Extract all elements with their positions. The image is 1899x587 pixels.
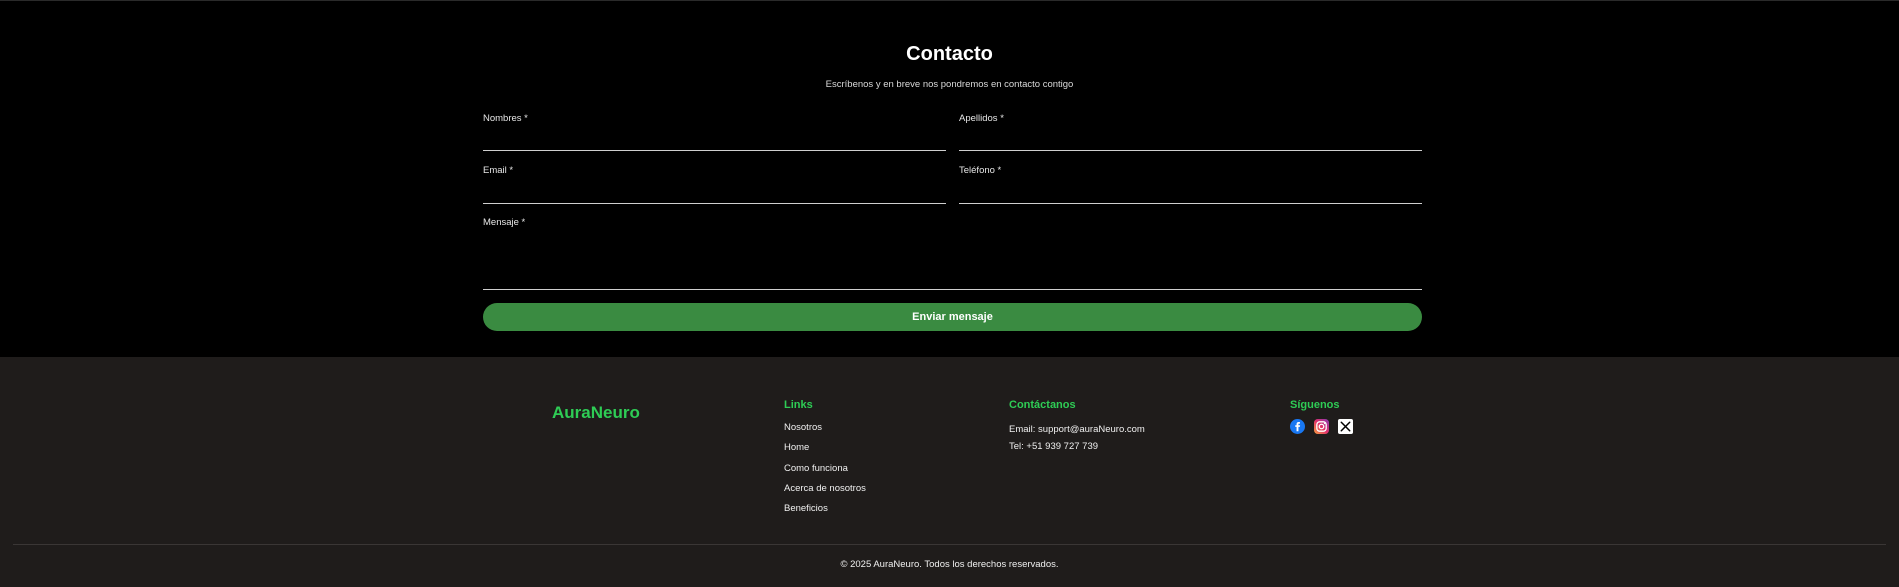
contact-subtitle: Escríbenos y en breve nos pondremos en c… [825, 79, 1074, 90]
message-input[interactable] [483, 239, 1422, 290]
first-name-input[interactable] [483, 132, 946, 151]
footer-social-column: Síguenos [1290, 399, 1353, 434]
email-field: Email * [483, 165, 946, 204]
footer-link-nosotros[interactable]: Nosotros [784, 421, 866, 441]
site-footer: AuraNeuro Links Nosotros Home Como funci… [0, 357, 1899, 587]
phone-label: Teléfono * [959, 165, 1002, 176]
links-heading: Links [784, 399, 813, 411]
first-name-field: Nombres * [483, 113, 946, 151]
contact-title: Contacto [906, 43, 993, 65]
footer-links-column: Links Nosotros Home Como funciona Acerca… [784, 399, 866, 522]
social-icons [1290, 419, 1353, 434]
footer-email: Email: support@auraNeuro.com [1009, 424, 1145, 435]
last-name-field: Apellidos * [959, 113, 1422, 151]
first-name-label: Nombres * [483, 113, 528, 124]
footer-links-list: Nosotros Home Como funciona Acerca de no… [784, 421, 866, 522]
instagram-icon[interactable] [1314, 419, 1329, 434]
footer-link-beneficios[interactable]: Beneficios [784, 502, 866, 522]
send-message-button[interactable]: Enviar mensaje [483, 303, 1422, 331]
contact-heading: Contáctanos [1009, 399, 1076, 411]
footer-link-acerca[interactable]: Acerca de nosotros [784, 482, 866, 502]
email-label: Email * [483, 165, 514, 176]
last-name-input[interactable] [959, 132, 1422, 151]
footer-divider [13, 544, 1886, 545]
footer-phone: Tel: +51 939 727 739 [1009, 441, 1099, 452]
x-icon[interactable] [1338, 419, 1353, 434]
footer-link-home[interactable]: Home [784, 441, 866, 461]
message-field: Mensaje * [483, 217, 1422, 290]
message-label: Mensaje * [483, 217, 526, 228]
phone-input[interactable] [959, 185, 1422, 204]
footer-brand-logo[interactable]: AuraNeuro [552, 403, 640, 423]
social-heading: Síguenos [1290, 399, 1340, 411]
footer-link-como-funciona[interactable]: Como funciona [784, 462, 866, 482]
phone-field: Teléfono * [959, 165, 1422, 204]
contact-section: Contacto Escríbenos y en breve nos pondr… [0, 0, 1899, 357]
footer-contact-column: Contáctanos Email: support@auraNeuro.com… [1009, 399, 1145, 455]
last-name-label: Apellidos * [959, 113, 1004, 124]
email-input[interactable] [483, 185, 946, 204]
facebook-icon[interactable] [1290, 419, 1305, 434]
copyright-text: © 2025 AuraNeuro. Todos los derechos res… [840, 559, 1059, 570]
